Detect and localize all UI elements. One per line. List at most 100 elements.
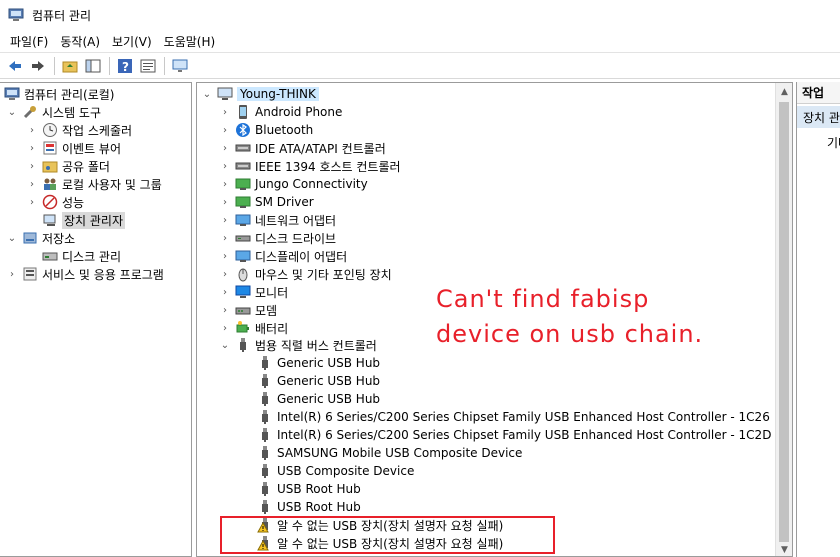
- device-category[interactable]: › Bluetooth: [219, 121, 313, 139]
- monitor-button[interactable]: [169, 55, 191, 77]
- device-category[interactable]: › IEEE 1394 호스트 컨트롤러: [219, 157, 401, 175]
- chevron-right-icon[interactable]: ›: [219, 247, 231, 265]
- usb-device-item[interactable]: Intel(R) 6 Series/C200 Series Chipset Fa…: [257, 408, 770, 426]
- chevron-right-icon[interactable]: ›: [26, 157, 38, 175]
- tree-label: 컴퓨터 관리(로컬): [24, 87, 115, 102]
- chevron-right-icon[interactable]: ›: [219, 265, 231, 283]
- actions-more[interactable]: 기타 작업: [827, 134, 840, 151]
- menu-action[interactable]: 동작(A): [54, 33, 106, 50]
- usb-device-item[interactable]: Intel(R) 6 Series/C200 Series Chipset Fa…: [257, 426, 771, 444]
- tree-label: 작업 스케줄러: [62, 123, 133, 138]
- ide-controller-icon: [235, 140, 251, 156]
- forward-button[interactable]: [27, 55, 49, 77]
- menu-file[interactable]: 파일(F): [4, 33, 54, 50]
- tree-item-event-viewer[interactable]: › 이벤트 뷰어: [26, 139, 121, 157]
- usb-device-label: Intel(R) 6 Series/C200 Series Chipset Fa…: [277, 410, 770, 424]
- scroll-down-icon[interactable]: ▼: [776, 541, 792, 556]
- tree-item-services[interactable]: › 서비스 및 응용 프로그램: [6, 265, 164, 283]
- vertical-scrollbar[interactable]: ▲ ▼: [775, 83, 792, 556]
- tree-item-device-manager[interactable]: 장치 관리자: [42, 211, 126, 229]
- device-category[interactable]: › Jungo Connectivity: [219, 175, 368, 193]
- menu-view[interactable]: 보기(V): [106, 33, 158, 50]
- tree-item-task-scheduler[interactable]: › 작업 스케줄러: [26, 121, 132, 139]
- navigation-tree: 컴퓨터 관리(로컬) ⌄ 시스템 도구 › 작업 스케줄러 › 이벤트 뷰어 ›…: [0, 82, 192, 557]
- help-button[interactable]: ?: [114, 55, 136, 77]
- usb-device-item[interactable]: Generic USB Hub: [257, 354, 380, 372]
- usb-plug-icon: [257, 391, 273, 407]
- device-category[interactable]: › 디스플레이 어댑터: [219, 247, 347, 265]
- device-category[interactable]: › IDE ATA/ATAPI 컨트롤러: [219, 139, 386, 157]
- usb-device-item[interactable]: USB Composite Device: [257, 462, 414, 480]
- chevron-right-icon[interactable]: ›: [26, 193, 38, 211]
- chevron-right-icon[interactable]: ›: [26, 121, 38, 139]
- chevron-right-icon[interactable]: ›: [219, 319, 231, 337]
- device-category[interactable]: › SM Driver: [219, 193, 314, 211]
- device-category[interactable]: › 배터리: [219, 319, 288, 337]
- chevron-right-icon[interactable]: ›: [219, 301, 231, 319]
- chevron-right-icon[interactable]: ›: [6, 265, 18, 283]
- chevron-down-icon[interactable]: ⌄: [219, 336, 231, 354]
- chevron-right-icon[interactable]: ›: [219, 175, 231, 193]
- annotation-line-1: Can't find fabisp: [436, 285, 650, 313]
- monitor-icon: [235, 284, 251, 300]
- chevron-right-icon[interactable]: ›: [219, 103, 231, 121]
- tree-item-disk-management[interactable]: 디스크 관리: [42, 247, 121, 265]
- chevron-right-icon[interactable]: ›: [219, 193, 231, 211]
- chevron-right-icon[interactable]: ›: [219, 229, 231, 247]
- chevron-right-icon[interactable]: ›: [219, 139, 231, 157]
- bluetooth-icon: [235, 122, 251, 138]
- device-category[interactable]: › 마우스 및 기타 포인팅 장치: [219, 265, 392, 283]
- usb-device-item[interactable]: USB Root Hub: [257, 498, 361, 516]
- ieee1394-controller-icon: [235, 158, 251, 174]
- device-tree-root[interactable]: ⌄ Young-THINK: [201, 85, 319, 103]
- chevron-down-icon[interactable]: ⌄: [201, 85, 213, 103]
- tree-item-system-tools[interactable]: ⌄ 시스템 도구: [6, 103, 101, 121]
- usb-device-label: Generic USB Hub: [277, 356, 381, 370]
- back-button[interactable]: [4, 55, 26, 77]
- tree-item-shared-folders[interactable]: › 공유 폴더: [26, 157, 110, 175]
- tree-item-root[interactable]: 컴퓨터 관리(로컬): [4, 85, 114, 103]
- device-category[interactable]: › 모니터: [219, 283, 288, 301]
- mouse-icon: [235, 266, 251, 282]
- up-level-button[interactable]: [59, 55, 81, 77]
- storage-icon: [22, 230, 38, 246]
- chevron-right-icon[interactable]: ›: [219, 157, 231, 175]
- device-category[interactable]: › 모뎀: [219, 301, 277, 319]
- window-title: 컴퓨터 관리: [32, 8, 92, 23]
- scroll-up-icon[interactable]: ▲: [776, 83, 792, 100]
- chevron-right-icon[interactable]: ›: [26, 139, 38, 157]
- computer-icon: [217, 86, 233, 102]
- usb-plug-icon: [257, 445, 273, 461]
- scrollbar-thumb[interactable]: [779, 102, 789, 542]
- actions-section-device-manager[interactable]: 장치 관리자: [797, 106, 840, 128]
- chevron-down-icon[interactable]: ⌄: [6, 229, 18, 247]
- device-manager-icon: [42, 212, 58, 228]
- disk-drive-icon: [235, 230, 251, 246]
- show-tree-button[interactable]: [82, 55, 104, 77]
- tree-label: 저장소: [42, 231, 76, 246]
- usb-device-item[interactable]: SAMSUNG Mobile USB Composite Device: [257, 444, 522, 462]
- usb-device-label: Generic USB Hub: [277, 374, 381, 388]
- computer-management-icon: [8, 7, 24, 23]
- chevron-right-icon[interactable]: ›: [26, 175, 38, 193]
- usb-device-item[interactable]: Generic USB Hub: [257, 372, 380, 390]
- device-category-label: 배터리: [255, 321, 289, 336]
- usb-device-item[interactable]: Generic USB Hub: [257, 390, 380, 408]
- chevron-right-icon[interactable]: ›: [219, 121, 231, 139]
- chevron-right-icon[interactable]: ›: [219, 283, 231, 301]
- device-category-label: IEEE 1394 호스트 컨트롤러: [255, 159, 401, 174]
- device-category[interactable]: › 디스크 드라이브: [219, 229, 336, 247]
- device-category[interactable]: › Android Phone: [219, 103, 342, 121]
- tree-item-local-users[interactable]: › 로컬 사용자 및 그룹: [26, 175, 162, 193]
- usb-device-item[interactable]: USB Root Hub: [257, 480, 361, 498]
- tree-item-performance[interactable]: › 성능: [26, 193, 84, 211]
- device-category-usb[interactable]: ⌄ 범용 직렬 버스 컨트롤러: [219, 336, 377, 354]
- menu-help[interactable]: 도움말(H): [158, 33, 222, 50]
- usb-device-label: SAMSUNG Mobile USB Composite Device: [277, 446, 523, 460]
- device-category[interactable]: › 네트워크 어댑터: [219, 211, 336, 229]
- chevron-right-icon[interactable]: ›: [219, 211, 231, 229]
- properties-button[interactable]: [137, 55, 159, 77]
- chevron-down-icon[interactable]: ⌄: [6, 103, 18, 121]
- tree-item-storage[interactable]: ⌄ 저장소: [6, 229, 75, 247]
- annotation-line-2: device on usb chain.: [436, 320, 704, 348]
